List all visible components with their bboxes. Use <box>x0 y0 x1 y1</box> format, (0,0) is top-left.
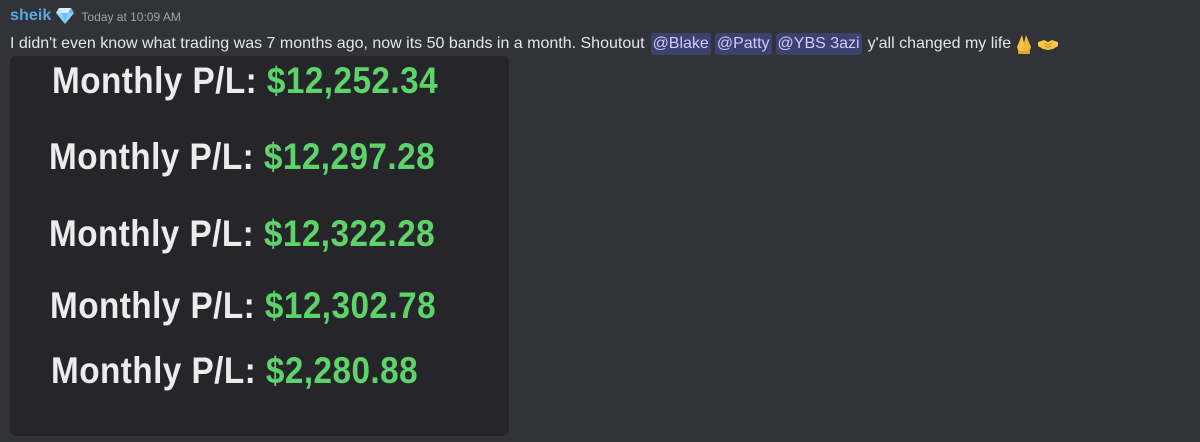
mention-patty[interactable]: @Patty <box>714 33 772 55</box>
message-text-before: I didn't even know what trading was 7 mo… <box>10 35 645 52</box>
pl-label: Monthly P/L: <box>49 213 255 254</box>
diamond-icon[interactable] <box>55 7 75 25</box>
pl-row: Monthly P/L: $2,280.88 <box>51 350 418 392</box>
pl-row: Monthly P/L: $12,302.78 <box>50 285 436 327</box>
handshake-icon <box>1037 33 1059 55</box>
mention-ybs-3azi[interactable]: @YBS 3azi <box>775 33 862 55</box>
message-timestamp[interactable]: Today at 10:09 AM <box>81 10 180 24</box>
pl-value: $12,322.28 <box>263 213 436 254</box>
pl-row: Monthly P/L: $12,322.28 <box>49 213 435 255</box>
pl-label: Monthly P/L: <box>50 285 256 326</box>
pl-value: $2,280.88 <box>265 350 419 391</box>
pl-value: $12,297.28 <box>263 136 436 177</box>
pl-value: $12,302.78 <box>264 285 437 326</box>
message-content: I didn't even know what trading was 7 mo… <box>10 33 1059 55</box>
folded-hands-icon <box>1013 33 1035 55</box>
pl-label: Monthly P/L: <box>52 60 258 101</box>
pl-value: $12,252.34 <box>266 60 439 101</box>
pl-row: Monthly P/L: $12,252.34 <box>52 60 438 102</box>
pl-label: Monthly P/L: <box>49 136 255 177</box>
message-header: sheik Today at 10:09 AM <box>10 6 181 26</box>
chat-message: sheik Today at 10:09 AM I didn't even kn… <box>0 0 1200 442</box>
pl-label: Monthly P/L: <box>51 350 257 391</box>
message-text-after: y'all changed my life <box>867 35 1012 52</box>
mention-blake[interactable]: @Blake <box>650 33 711 55</box>
image-attachment[interactable]: Monthly P/L: $12,252.34 Monthly P/L: $12… <box>10 56 509 436</box>
pl-row: Monthly P/L: $12,297.28 <box>49 136 435 178</box>
author-username[interactable]: sheik <box>10 7 51 25</box>
